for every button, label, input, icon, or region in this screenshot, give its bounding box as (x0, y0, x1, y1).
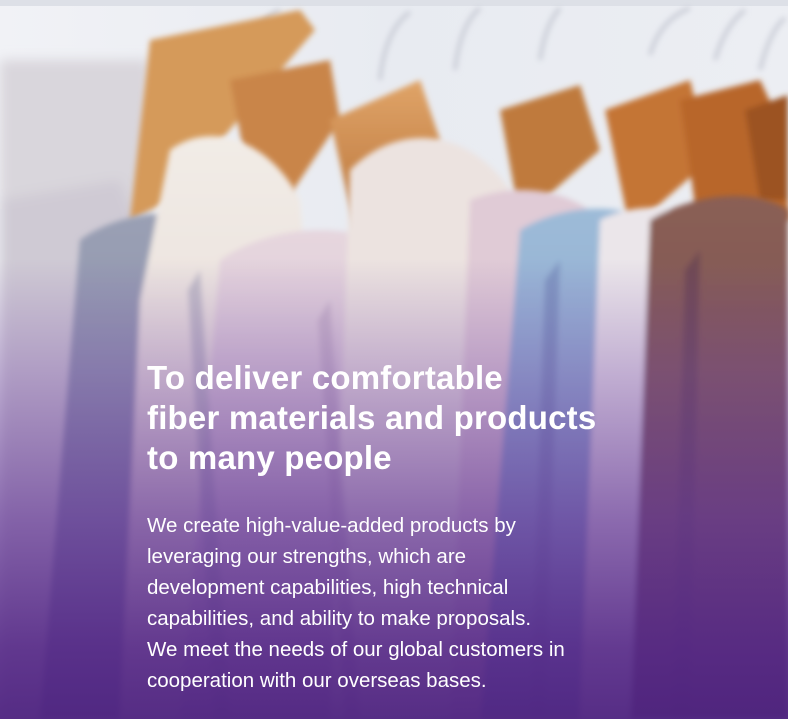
description-line: development capabilities, high technical (147, 576, 509, 599)
hero-section: To deliver comfortable fiber materials a… (0, 0, 788, 719)
description-line: leveraging our strengths, which are (147, 545, 467, 568)
hero-headline: To deliver comfortable fiber materials a… (147, 358, 707, 478)
description-line: cooperation with our overseas bases. (147, 669, 487, 692)
hero-description: We create high-value-added products by l… (147, 510, 707, 696)
description-line: We meet the needs of our global customer… (147, 638, 565, 661)
headline-line: fiber materials and products (147, 399, 597, 436)
description-line: We create high-value-added products by (147, 514, 516, 537)
description-line: capabilities, and ability to make propos… (147, 607, 532, 630)
hero-copy: To deliver comfortable fiber materials a… (147, 358, 707, 696)
headline-line: To deliver comfortable (147, 359, 503, 396)
headline-line: to many people (147, 439, 392, 476)
